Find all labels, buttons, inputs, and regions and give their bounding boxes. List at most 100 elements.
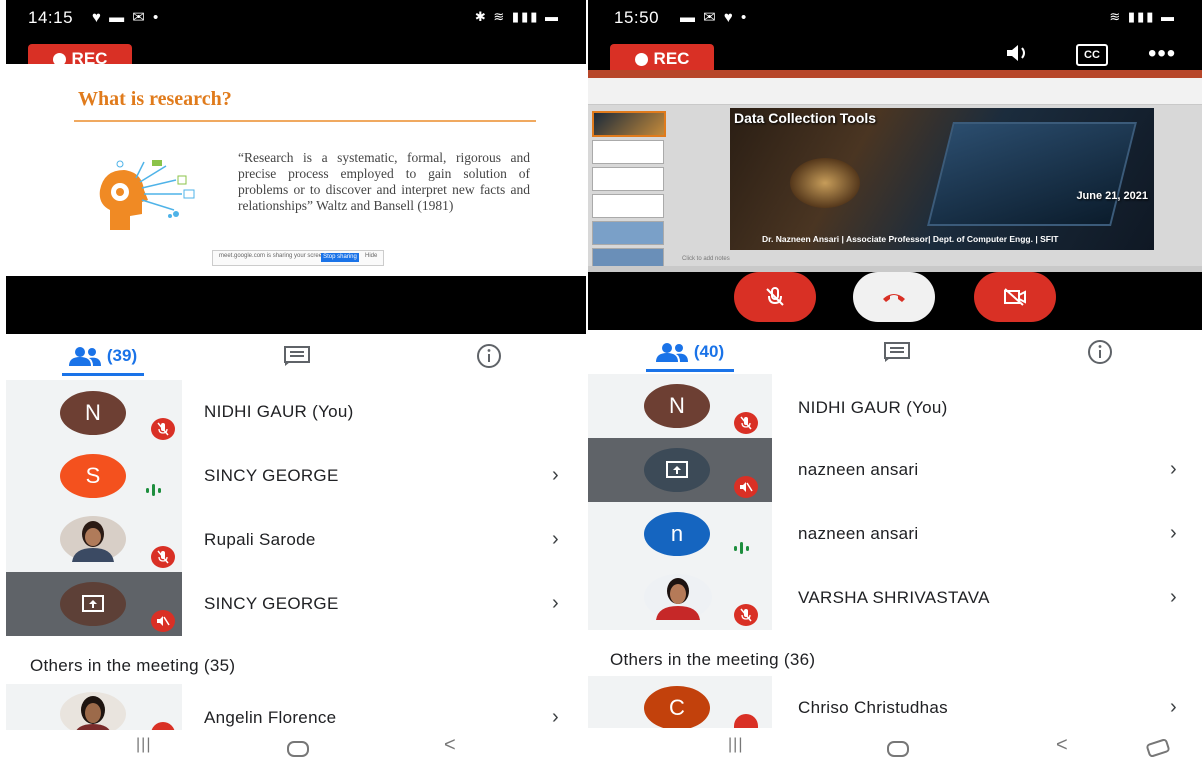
avatar-pane: N <box>588 374 772 438</box>
chevron-right-icon[interactable]: › <box>1170 522 1177 545</box>
avatar: N <box>644 384 710 428</box>
avatar: n <box>644 512 710 556</box>
avatar-pane <box>6 572 182 636</box>
screen-share-icon <box>644 448 710 492</box>
shared-slide: What is research? “Research is a systema… <box>6 64 586 276</box>
avatar-pane: C <box>588 676 772 730</box>
android-nav-bar: ||| < <box>588 728 1202 766</box>
tab-people[interactable]: (40) <box>648 332 732 372</box>
rotate-screen-icon[interactable] <box>1144 738 1172 758</box>
participant-row[interactable]: C Chriso Christudhas › <box>588 676 1202 730</box>
chevron-right-icon[interactable]: › <box>552 528 559 551</box>
participant-photo <box>644 574 712 620</box>
home-icon[interactable] <box>886 740 910 758</box>
recents-icon[interactable]: ||| <box>136 736 151 754</box>
chat-icon <box>884 342 910 362</box>
info-icon <box>1088 340 1112 364</box>
avatar-pane <box>588 566 772 630</box>
participant-row[interactable]: VARSHA SHRIVASTAVA › <box>588 566 1202 630</box>
chat-icon <box>284 346 310 366</box>
people-icon <box>655 343 688 362</box>
rec-label: REC <box>653 49 690 68</box>
avatar-pane: S <box>6 444 182 508</box>
participant-row[interactable]: S SINCY GEORGE › <box>0 444 586 508</box>
participant-photo <box>60 516 126 562</box>
active-tab-indicator <box>62 373 144 376</box>
screen-share-icon <box>60 582 126 626</box>
participant-row[interactable]: Angelin Florence › <box>0 684 586 736</box>
participant-name: Rupali Sarode <box>204 530 316 549</box>
hide-button[interactable]: Hide <box>365 253 377 259</box>
participant-name: Chriso Christudhas <box>798 698 948 717</box>
avatar: C <box>644 686 710 730</box>
participant-row[interactable]: Rupali Sarode › <box>0 508 586 572</box>
others-header: Others in the meeting (35) <box>30 656 236 675</box>
tab-people[interactable]: (39) <box>62 336 144 376</box>
screen-share-bar: meet.google.com is sharing your screen. … <box>212 250 384 266</box>
system-icons: ✱ ≋ ▮▮▮ ▬ <box>474 9 560 24</box>
back-icon[interactable]: < <box>444 734 456 757</box>
speaker-icon[interactable] <box>1004 42 1030 64</box>
camera-off-button[interactable] <box>974 272 1056 322</box>
status-bar: 15:50 ▬ ✉ ♥ • ≋ ▮▮▮ ▬ <box>588 0 1202 36</box>
right-phone-screen: 15:50 ▬ ✉ ♥ • ≋ ▮▮▮ ▬ REC CC ••• Data Co… <box>588 0 1202 766</box>
more-options-icon[interactable]: ••• <box>1148 40 1176 68</box>
chevron-right-icon[interactable]: › <box>1170 586 1177 609</box>
slide-canvas: Data Collection Tools June 21, 2021 Dr. … <box>730 108 1154 250</box>
tab-chat[interactable] <box>868 332 926 372</box>
avatar-pane: N <box>6 380 182 444</box>
chevron-right-icon[interactable]: › <box>552 464 559 487</box>
active-tab-indicator <box>646 369 734 372</box>
mic-off-icon <box>151 546 175 568</box>
participant-name: Angelin Florence <box>204 708 337 727</box>
recents-icon[interactable]: ||| <box>728 736 743 754</box>
home-icon[interactable] <box>286 740 310 758</box>
avatar: S <box>60 454 126 498</box>
participant-row[interactable]: SINCY GEORGE › <box>0 572 586 636</box>
volume-off-icon <box>151 610 175 632</box>
participant-row[interactable]: n nazneen ansari › <box>588 502 1202 566</box>
chevron-right-icon[interactable]: › <box>1170 458 1177 481</box>
left-phone-screen: 14:15 ♥ ▬ ✉ • ✱ ≋ ▮▮▮ ▬ REC What is rese… <box>0 0 586 766</box>
avatar-pane <box>6 508 182 572</box>
mic-off-icon <box>734 604 758 626</box>
end-call-button[interactable] <box>853 272 935 322</box>
stop-sharing-button[interactable]: Stop sharing <box>321 253 359 262</box>
captions-button[interactable]: CC <box>1076 44 1108 66</box>
avatar-pane <box>588 438 772 502</box>
powerpoint-window: Data Collection Tools June 21, 2021 Dr. … <box>588 70 1202 272</box>
system-icons: ≋ ▮▮▮ ▬ <box>1109 9 1176 24</box>
participant-row[interactable]: N NIDHI GAUR (You) <box>588 374 1202 438</box>
tab-info[interactable] <box>1072 332 1128 372</box>
participant-row[interactable]: N NIDHI GAUR (You) <box>0 380 586 444</box>
avatar-pane: n <box>588 502 772 566</box>
slide-date: June 21, 2021 <box>1076 190 1148 202</box>
slide-quote: “Research is a systematic, formal, rigor… <box>238 150 530 213</box>
participant-name: nazneen ansari <box>798 524 919 543</box>
chevron-right-icon[interactable]: › <box>552 592 559 615</box>
volume-off-icon <box>734 476 758 498</box>
slide-notes: Click to add notes <box>682 256 730 262</box>
chevron-right-icon[interactable]: › <box>1170 696 1177 719</box>
notification-icons: ♥ ▬ ✉ • <box>92 9 161 26</box>
people-count: (40) <box>693 342 725 361</box>
ppt-thumbnails <box>592 108 668 272</box>
mic-off-icon <box>734 714 758 728</box>
tab-info[interactable] <box>462 336 516 376</box>
record-dot-icon <box>634 52 648 66</box>
chevron-right-icon[interactable]: › <box>552 706 559 729</box>
mute-mic-button[interactable] <box>734 272 816 322</box>
research-head-icon <box>99 160 195 230</box>
ppt-ribbon <box>588 70 1202 105</box>
participant-row[interactable]: nazneen ansari › <box>588 438 1202 502</box>
slide-author: Dr. Nazneen Ansari | Associate Professor… <box>762 234 1059 244</box>
meeting-tabs: (40) <box>588 332 1202 372</box>
tab-chat[interactable] <box>268 336 326 376</box>
avatar-pane <box>6 684 182 736</box>
videocam-off-icon <box>1004 288 1026 306</box>
slide-divider <box>74 120 536 122</box>
android-nav-bar: ||| < <box>0 730 586 766</box>
participant-name: nazneen ansari <box>798 460 919 479</box>
people-count: (39) <box>106 346 138 365</box>
back-icon[interactable]: < <box>1056 734 1068 757</box>
